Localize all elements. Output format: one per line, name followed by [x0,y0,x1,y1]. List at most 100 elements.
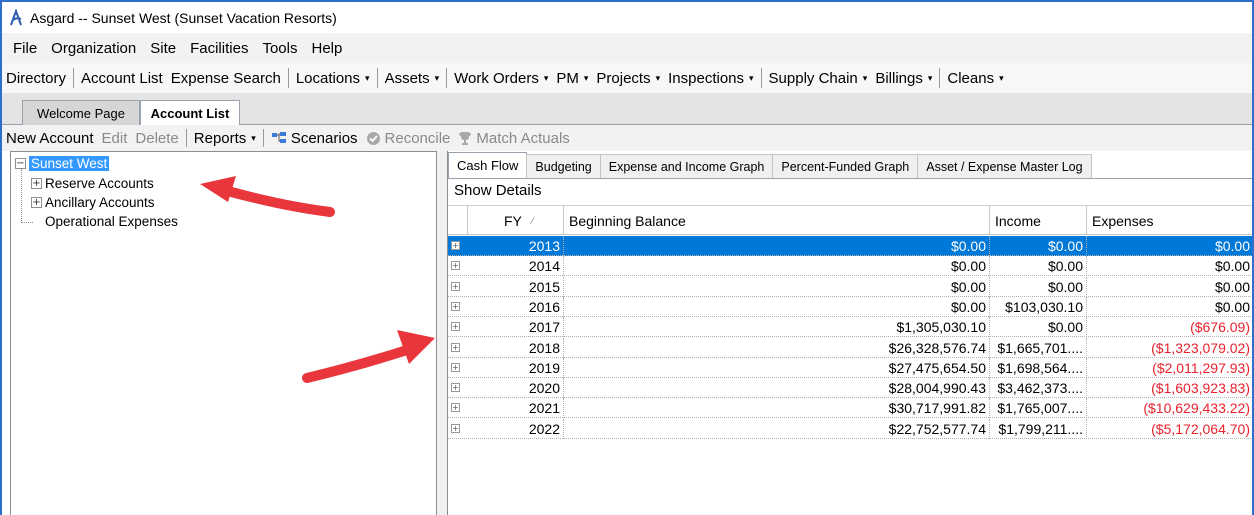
tree-node-ancillary-accounts[interactable]: + Ancillary Accounts [31,193,155,211]
cell-expenses[interactable]: ($5,172,064.70) [1087,419,1252,439]
table-row[interactable]: +2020 $28,004,990.43 $3,462,373.... ($1,603… [448,378,1252,399]
cell-income[interactable]: $1,665,701.... [990,337,1087,358]
nav-projects[interactable]: Projects ▾ [592,70,664,87]
cell-fy[interactable]: 2016 [468,296,564,317]
tab-account-list[interactable]: Account List [140,100,240,126]
cell-income[interactable]: $0.00 [990,256,1087,277]
cell-expenses[interactable]: ($1,323,079.02) [1087,338,1252,358]
nav-directory[interactable]: Directory [2,70,70,87]
nav-pm[interactable]: PM ▾ [552,70,592,87]
expand-row-icon[interactable]: + [451,301,460,311]
cell-fy[interactable]: 2020 [468,378,564,399]
table-row[interactable]: +2022 $22,752,577.74 $1,799,211.... ($5,172… [448,418,1252,439]
cell-expenses[interactable]: ($676.09) [1087,317,1252,337]
tree-node-reserve-accounts[interactable]: + Reserve Accounts [31,174,154,192]
expand-row-icon[interactable]: + [451,342,460,352]
cell-income[interactable]: $103,030.10 [990,296,1087,317]
cell-balance[interactable]: $0.00 [564,276,990,297]
expand-row-icon[interactable]: + [451,423,460,433]
expand-row-icon[interactable]: + [451,383,460,393]
expand-icon[interactable]: + [31,177,42,189]
reports-dropdown[interactable]: Reports ▾ [190,130,260,147]
tab-expense-income-graph[interactable]: Expense and Income Graph [599,154,774,178]
expand-icon[interactable]: + [31,196,42,208]
cell-income[interactable]: $0.00 [990,276,1087,297]
cell-expenses[interactable]: ($1,603,923.83) [1087,378,1252,398]
column-header-fy[interactable]: FY ⁄ [468,206,564,235]
expand-row-icon[interactable]: + [451,261,460,271]
nav-billings[interactable]: Billings ▾ [871,70,936,87]
column-header-expenses[interactable]: Expenses [1087,206,1252,235]
delete-button[interactable]: Delete [131,130,182,147]
nav-cleans[interactable]: Cleans ▾ [943,70,1007,87]
column-header-income[interactable]: Income [990,206,1087,235]
tree-node-sunset-west[interactable]: − Sunset West [15,154,110,172]
cell-expenses[interactable]: ($10,629,433.22) [1087,398,1252,418]
table-row[interactable]: +2018 $26,328,576.74 $1,665,701.... ($1,323… [448,337,1252,358]
expand-row-icon[interactable]: + [451,241,460,250]
cell-balance[interactable]: $0.00 [564,256,990,277]
tab-budgeting[interactable]: Budgeting [526,154,601,178]
cell-expenses[interactable]: $0.00 [1087,297,1252,317]
cell-fy[interactable]: 2018 [468,337,564,358]
cell-fy[interactable]: 2015 [468,276,564,297]
cell-income[interactable]: $0.00 [990,236,1087,256]
cell-income[interactable]: $1,799,211.... [990,418,1087,439]
cell-expenses[interactable]: $0.00 [1087,256,1252,276]
table-row[interactable]: +2015 $0.00 $0.00 $0.00 [448,276,1252,297]
cell-expenses[interactable]: $0.00 [1087,236,1252,256]
reconcile-button[interactable]: Reconcile [362,130,455,147]
table-row[interactable]: +2014 $0.00 $0.00 $0.00 [448,256,1252,277]
cell-balance[interactable]: $28,004,990.43 [564,378,990,399]
menu-facilities[interactable]: Facilities [183,40,255,57]
table-row[interactable]: +2017 $1,305,030.10 $0.00 ($676.09) [448,317,1252,338]
cell-income[interactable]: $1,765,007.... [990,398,1087,419]
cell-expenses[interactable]: $0.00 [1087,277,1252,297]
menu-tools[interactable]: Tools [255,40,304,57]
cell-expenses[interactable]: ($2,011,297.93) [1087,358,1252,378]
menu-site[interactable]: Site [143,40,183,57]
cell-fy[interactable]: 2013 [468,236,564,256]
expand-row-icon[interactable]: + [451,362,460,372]
cell-fy[interactable]: 2022 [468,418,564,439]
cell-balance[interactable]: $0.00 [564,296,990,317]
cell-balance[interactable]: $22,752,577.74 [564,418,990,439]
cell-fy[interactable]: 2017 [468,317,564,338]
tab-asset-expense-master-log[interactable]: Asset / Expense Master Log [917,154,1092,178]
edit-button[interactable]: Edit [98,130,132,147]
cell-income[interactable]: $3,462,373.... [990,378,1087,399]
tree-node-operational-expenses[interactable]: Operational Expenses [45,212,178,230]
menu-organization[interactable]: Organization [44,40,143,57]
expand-row-icon[interactable]: + [451,403,460,413]
nav-account-list[interactable]: Account List [77,70,167,87]
cell-income[interactable]: $1,698,564.... [990,357,1087,378]
cell-balance[interactable]: $30,717,991.82 [564,398,990,419]
table-row[interactable]: +2013 $0.00 $0.00 $0.00 [448,236,1252,256]
table-row[interactable]: +2019 $27,475,654.50 $1,698,564.... ($2,011… [448,357,1252,378]
show-details-toggle[interactable]: Show Details [454,182,542,199]
tab-cash-flow[interactable]: Cash Flow [448,152,528,178]
column-header-beginning-balance[interactable]: Beginning Balance [564,206,990,235]
expand-row-icon[interactable]: + [451,281,460,291]
cell-fy[interactable]: 2021 [468,398,564,419]
nav-work-orders[interactable]: Work Orders ▾ [450,70,552,87]
collapse-icon[interactable]: − [15,157,26,169]
cell-balance[interactable]: $26,328,576.74 [564,337,990,358]
nav-locations[interactable]: Locations ▾ [292,70,374,87]
nav-inspections[interactable]: Inspections ▾ [664,70,757,87]
cell-fy[interactable]: 2014 [468,256,564,277]
nav-assets[interactable]: Assets ▾ [381,70,444,87]
cell-balance[interactable]: $1,305,030.10 [564,317,990,338]
cell-income[interactable]: $0.00 [990,317,1087,338]
table-row[interactable]: +2016 $0.00 $103,030.10 $0.00 [448,296,1252,317]
cell-fy[interactable]: 2019 [468,357,564,378]
scenarios-button[interactable]: Scenarios [267,130,362,147]
tab-welcome-page[interactable]: Welcome Page [22,100,140,125]
panel-splitter[interactable] [437,151,447,515]
expand-row-icon[interactable]: + [451,322,460,332]
menu-help[interactable]: Help [304,40,349,57]
nav-expense-search[interactable]: Expense Search [167,70,285,87]
table-row[interactable]: +2021 $30,717,991.82 $1,765,007.... ($10,62… [448,398,1252,419]
cell-balance[interactable]: $0.00 [564,236,990,256]
tab-percent-funded-graph[interactable]: Percent-Funded Graph [772,154,919,178]
